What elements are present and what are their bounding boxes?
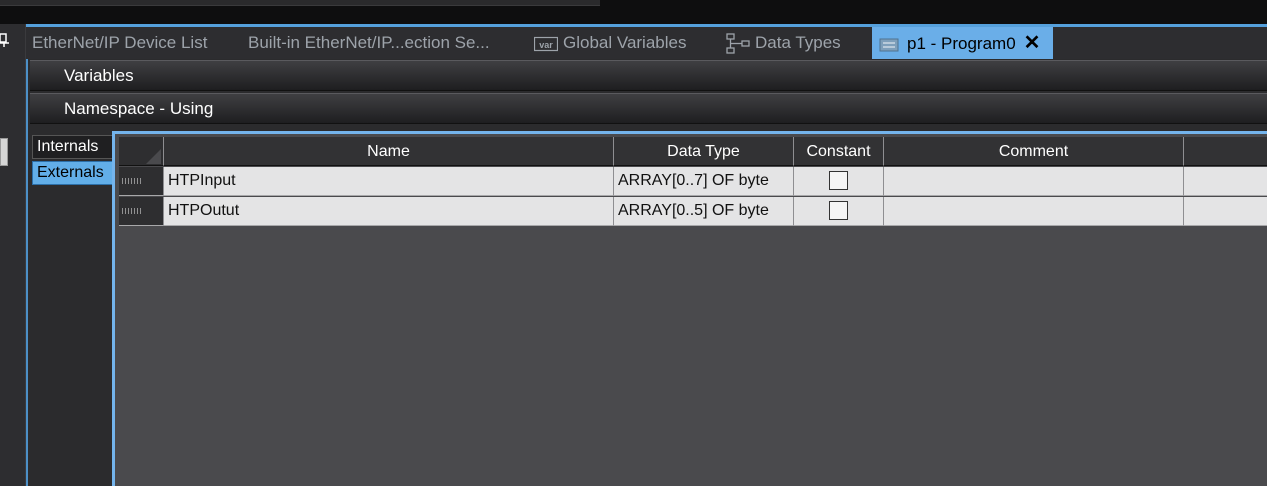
comment-cell[interactable] (884, 197, 1184, 226)
variable-table-frame: Name Data Type Constant Comment HTPInput… (112, 131, 1267, 486)
row-grip-icon (122, 208, 142, 214)
column-header-constant[interactable]: Constant (794, 137, 884, 166)
tab-label: EtherNet/IP Device List (32, 33, 208, 52)
tab-ethernet-ip-device-list[interactable]: EtherNet/IP Device List (32, 27, 207, 59)
constant-cell (794, 197, 884, 226)
data-type-cell[interactable]: ARRAY[0..5] OF byte (614, 197, 794, 226)
tab-label: Global Variables (563, 33, 687, 52)
tab-p1-program0[interactable]: p1 - Program0 ✕ (872, 27, 1053, 59)
select-all-corner[interactable] (119, 137, 164, 166)
variable-name-cell[interactable]: HTPOutut (164, 197, 614, 226)
comment-cell[interactable] (884, 167, 1184, 196)
close-icon[interactable]: ✕ (1024, 27, 1041, 59)
svg-text:var: var (539, 40, 553, 50)
namespace-section-header[interactable]: Namespace - Using (30, 93, 1267, 124)
tab-externals[interactable]: Externals (32, 161, 114, 185)
left-dock-panel (0, 24, 26, 486)
column-header-extra (1184, 137, 1267, 166)
variable-editor: Variables Namespace - Using Internals Ex… (26, 59, 1267, 486)
pin-icon[interactable] (0, 33, 10, 47)
extra-cell[interactable] (1184, 167, 1267, 196)
tab-data-types[interactable]: Data Types (726, 27, 841, 59)
tab-global-variables[interactable]: var Global Variables (534, 27, 686, 59)
column-header-comment[interactable]: Comment (884, 137, 1184, 166)
tab-builtin-ethernet-ip-connection-settings[interactable]: Built-in EtherNet/IP...ection Se... (248, 27, 490, 59)
tab-label: p1 - Program0 (907, 34, 1016, 53)
extra-cell[interactable] (1184, 197, 1267, 226)
data-types-icon (726, 32, 750, 54)
tab-label: Built-in EtherNet/IP...ection Se... (248, 33, 490, 52)
row-grip-icon (122, 178, 142, 184)
variable-scope-tabs: Internals Externals (32, 135, 114, 187)
row-handle[interactable] (119, 167, 164, 196)
tab-label: Data Types (755, 33, 841, 52)
constant-checkbox[interactable] (829, 171, 848, 190)
table-header: Name Data Type Constant Comment (119, 137, 1267, 166)
side-panel-button[interactable] (0, 138, 8, 166)
data-type-cell[interactable]: ARRAY[0..7] OF byte (614, 167, 794, 196)
program-icon (879, 38, 899, 52)
section-title: Namespace - Using (64, 99, 214, 118)
document-tab-bar: EtherNet/IP Device List Built-in EtherNe… (26, 24, 1267, 59)
toolbar-segment (400, 0, 600, 6)
table-row[interactable]: HTPInput ARRAY[0..7] OF byte (119, 167, 1267, 196)
corner-triangle-icon (146, 149, 161, 164)
variables-section-header[interactable]: Variables (30, 60, 1267, 91)
toolbar-segment (0, 0, 240, 6)
constant-checkbox[interactable] (829, 201, 848, 220)
table-row[interactable]: HTPOutut ARRAY[0..5] OF byte (119, 197, 1267, 226)
var-icon: var (534, 36, 558, 51)
row-handle[interactable] (119, 197, 164, 226)
variable-name-cell[interactable]: HTPInput (164, 167, 614, 196)
column-header-name[interactable]: Name (164, 137, 614, 166)
tab-internals[interactable]: Internals (32, 135, 114, 159)
constant-cell (794, 167, 884, 196)
column-header-data-type[interactable]: Data Type (614, 137, 794, 166)
toolbar-segment (240, 0, 400, 6)
application-window: { "tabs": [ {"label": "EtherNet/IP Devic… (0, 0, 1267, 486)
section-title: Variables (64, 66, 134, 85)
top-strip (0, 0, 1267, 24)
